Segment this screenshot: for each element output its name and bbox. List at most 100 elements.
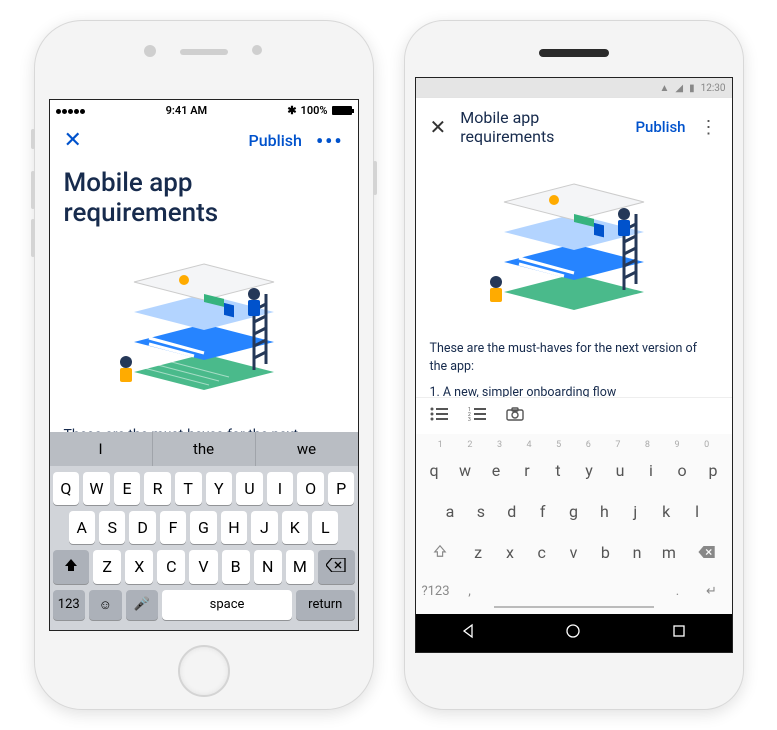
key-z[interactable]: Z [93,550,121,584]
key-f[interactable]: f [528,493,557,530]
publish-button[interactable]: Publish [635,118,685,136]
suggestion-3[interactable]: we [256,432,358,466]
body-text[interactable]: These are the must-haves for the next ve… [430,340,718,397]
key-m[interactable]: m [654,534,684,571]
enter-key[interactable]: ↵ [696,575,728,608]
shift-key[interactable] [53,550,90,584]
key-b[interactable]: b [590,534,620,571]
key-b[interactable]: B [222,550,250,584]
backspace-key[interactable] [686,534,728,571]
bullet-list-button[interactable] [430,406,448,426]
iphone-power-button [373,161,377,195]
key-n[interactable]: n [622,534,652,571]
back-button[interactable] [460,623,476,643]
intro-paragraph[interactable]: These are the must-haves for the next ve… [64,425,344,432]
iphone-mute-switch [31,129,35,149]
return-key[interactable]: return [296,590,355,620]
battery-icon: ▮ [689,83,695,94]
key-q[interactable]: q [420,452,449,489]
key-d[interactable]: d [497,493,526,530]
key-m[interactable]: M [286,550,314,584]
status-time: 12:30 [701,83,726,94]
key-j[interactable]: J [251,511,277,544]
key-r[interactable]: r [513,452,542,489]
key-h[interactable]: H [221,511,247,544]
close-button[interactable]: ✕ [430,115,447,139]
key-w[interactable]: W [83,472,110,505]
key-k[interactable]: K [282,511,308,544]
key-g[interactable]: g [559,493,588,530]
space-key[interactable]: space [162,590,292,620]
key-a[interactable]: A [69,511,95,544]
space-key[interactable] [494,575,654,608]
status-time: 9:41 AM [166,104,208,117]
key-k[interactable]: k [652,493,681,530]
key-f[interactable]: F [160,511,186,544]
more-actions-button[interactable]: ⋮ [700,117,718,138]
numbered-list-icon: 123 [468,407,486,421]
key-p[interactable]: p [699,452,728,489]
overview-button[interactable] [671,623,687,643]
key-t[interactable]: t [544,452,573,489]
numbers-key[interactable]: 123 [53,590,86,620]
key-r[interactable]: R [144,472,171,505]
key-y[interactable]: Y [206,472,233,505]
document-content[interactable]: These are the must-haves for the next ve… [416,156,732,397]
key-a[interactable]: a [436,493,465,530]
publish-button[interactable]: Publish [249,131,302,150]
key-d[interactable]: D [129,511,155,544]
key-l[interactable]: l [683,493,712,530]
key-j[interactable]: j [621,493,650,530]
close-button[interactable]: ✕ [64,128,82,153]
page-title[interactable]: Mobile app requirements [64,169,344,229]
key-x[interactable]: x [495,534,525,571]
list-item-1[interactable]: 1. A new, simpler onboarding flow [430,384,718,397]
document-content[interactable]: Mobile app requirements [50,161,358,432]
shift-key[interactable] [420,534,462,571]
camera-button[interactable] [506,406,524,426]
period-key[interactable]: . [662,575,694,608]
key-e[interactable]: e [482,452,511,489]
suggestion-2[interactable]: the [153,432,256,466]
key-s[interactable]: s [466,493,495,530]
key-q[interactable]: Q [53,472,80,505]
body-text[interactable]: These are the must-haves for the next ve… [64,425,344,432]
backspace-key[interactable] [318,550,355,584]
key-z[interactable]: z [463,534,493,571]
key-w[interactable]: w [451,452,480,489]
key-v[interactable]: v [559,534,589,571]
key-x[interactable]: X [125,550,153,584]
android-device-frame: ▲ ◢ ▮ 12:30 ✕ Mobile app requirements Pu… [404,20,744,710]
more-actions-button[interactable]: ••• [316,129,344,153]
key-u[interactable]: u [606,452,635,489]
key-s[interactable]: S [99,511,125,544]
key-i[interactable]: i [637,452,666,489]
key-v[interactable]: V [189,550,217,584]
circle-home-icon [565,623,581,639]
suggestion-1[interactable]: I [50,432,153,466]
key-i[interactable]: I [267,472,294,505]
key-c[interactable]: C [157,550,185,584]
intro-paragraph[interactable]: These are the must-haves for the next ve… [430,340,718,376]
key-t[interactable]: T [175,472,202,505]
emoji-key[interactable]: ☺ [89,590,122,620]
key-y[interactable]: y [575,452,604,489]
key-u[interactable]: U [236,472,263,505]
enter-icon: ↵ [706,584,717,599]
home-button[interactable] [565,623,581,643]
iphone-home-button[interactable] [178,645,230,697]
key-o[interactable]: o [668,452,697,489]
key-o[interactable]: O [297,472,324,505]
key-n[interactable]: N [254,550,282,584]
key-p[interactable]: P [328,472,355,505]
triangle-back-icon [460,623,476,639]
key-l[interactable]: L [312,511,338,544]
key-e[interactable]: E [114,472,141,505]
key-c[interactable]: c [527,534,557,571]
symbols-key[interactable]: ?123 [420,575,452,608]
key-g[interactable]: G [190,511,216,544]
comma-key[interactable]: , [454,575,486,608]
dictation-key[interactable]: 🎤 [126,590,159,620]
key-h[interactable]: h [590,493,619,530]
numbered-list-button[interactable]: 123 [468,406,486,426]
